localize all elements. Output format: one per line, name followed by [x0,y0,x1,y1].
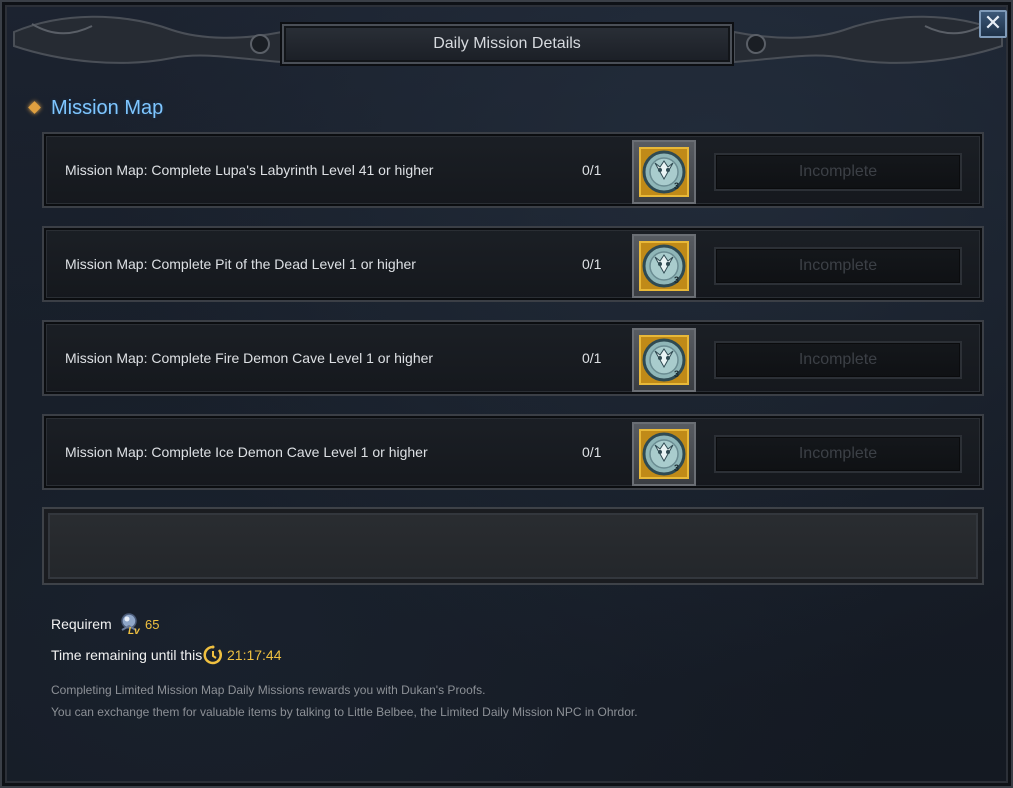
incomplete-status-button[interactable]: Incomplete [714,153,962,191]
reward-slot[interactable]: 3 [632,328,696,392]
reward-slot[interactable]: 3 [632,140,696,204]
mission-map-token-icon: 3 [639,335,689,385]
mission-progress: 0/1 [582,162,602,178]
svg-text:3: 3 [674,369,679,379]
mission-description: Mission Map: Complete Lupa's Labyrinth L… [65,162,434,178]
reward-slot[interactable]: 3 [632,422,696,486]
mission-progress: 0/1 [582,444,602,460]
timer-icon [203,645,222,665]
description-line-1: Completing Limited Mission Map Daily Mis… [51,683,486,697]
incomplete-status-button[interactable]: Incomplete [714,247,962,285]
time-remaining-label: Time remaining until this [51,647,203,663]
mission-row: Mission Map: Complete Fire Demon Cave Le… [42,320,984,396]
requirement-label: Requirem [51,616,112,632]
daily-mission-details-window: Daily Mission Details ✕ Mission Map Miss… [0,0,1013,788]
mission-row: Mission Map: Complete Lupa's Labyrinth L… [42,132,984,208]
empty-mission-panel [42,507,984,585]
required-level-value: 65 [145,617,160,632]
close-button[interactable]: ✕ [979,10,1007,38]
reward-slot[interactable]: 3 [632,234,696,298]
svg-text:3: 3 [674,275,679,285]
description-line-2: You can exchange them for valuable items… [51,705,638,719]
mission-description: Mission Map: Complete Fire Demon Cave Le… [65,350,434,366]
mission-description: Mission Map: Complete Ice Demon Cave Lev… [65,444,428,460]
level-tag: Lv [128,626,140,637]
mission-row: Mission Map: Complete Ice Demon Cave Lev… [42,414,984,490]
incomplete-status-button[interactable]: Incomplete [714,341,962,379]
mission-description: Mission Map: Complete Pit of the Dead Le… [65,256,416,272]
mission-map-token-icon: 3 [639,147,689,197]
mission-progress: 0/1 [582,350,602,366]
mission-progress: 0/1 [582,256,602,272]
window-title: Daily Mission Details [433,35,581,52]
diamond-bullet-icon [28,101,41,114]
svg-text:3: 3 [674,463,679,473]
mission-map-token-icon: 3 [639,241,689,291]
time-remaining-value: 21:17:44 [227,647,282,663]
close-icon: ✕ [983,10,1003,35]
mission-map-token-icon: 3 [639,429,689,479]
svg-text:3: 3 [674,181,679,191]
section-title: Mission Map [51,97,164,119]
mission-row: Mission Map: Complete Pit of the Dead Le… [42,226,984,302]
incomplete-status-button[interactable]: Incomplete [714,435,962,473]
